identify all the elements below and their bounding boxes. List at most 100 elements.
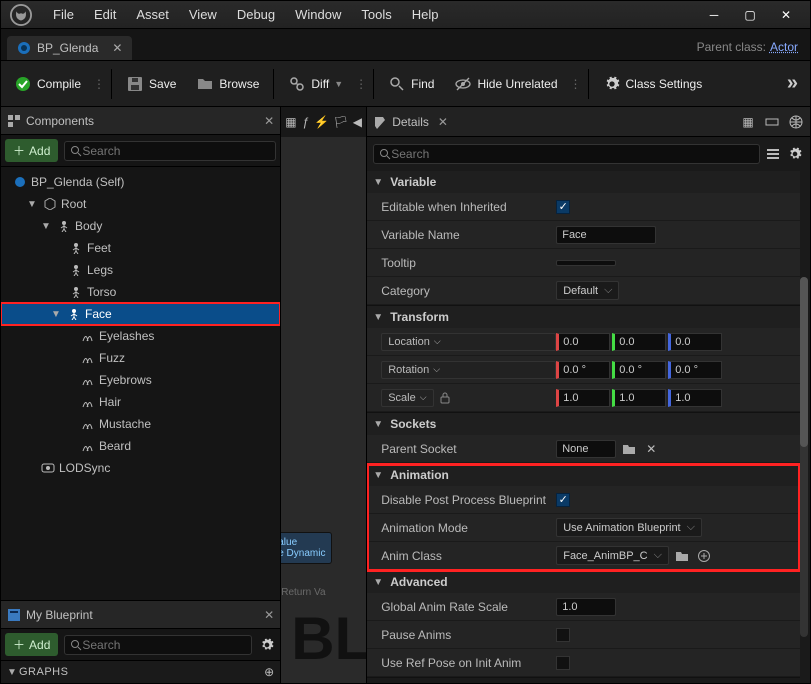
parent-class-link[interactable]: Actor xyxy=(770,40,798,54)
scale-x-field[interactable]: 1.0 xyxy=(556,389,610,407)
tree-item-eyebrows[interactable]: Eyebrows xyxy=(1,369,280,391)
graphs-header[interactable]: ▼ GRAPHS ⊕ xyxy=(1,661,280,683)
components-search-input[interactable] xyxy=(82,144,270,158)
browse-button[interactable]: Browse xyxy=(187,69,268,99)
expander-icon[interactable]: ▼ xyxy=(7,667,19,678)
toolbar-overflow[interactable]: » xyxy=(779,68,806,99)
details-settings-icon[interactable] xyxy=(786,145,804,163)
menu-debug[interactable]: Debug xyxy=(227,7,285,22)
clear-socket-icon[interactable]: ✕ xyxy=(642,440,660,458)
components-search[interactable] xyxy=(64,141,276,161)
tree-item-beard[interactable]: Beard xyxy=(1,435,280,457)
browse-asset-icon[interactable] xyxy=(673,547,691,565)
section-animation[interactable]: ▼Animation xyxy=(367,464,800,486)
graph-node-preview[interactable]: alue e Dynamic xyxy=(281,532,332,564)
tree-item-eyelashes[interactable]: Eyelashes xyxy=(1,325,280,347)
return-value-pin[interactable]: Return Va xyxy=(281,587,325,598)
details-scrollbar[interactable] xyxy=(800,277,808,637)
tree-item-fuzz[interactable]: Fuzz xyxy=(1,347,280,369)
rotation-z-field[interactable]: 0.0 ° xyxy=(668,361,722,379)
components-close-icon[interactable]: ✕ xyxy=(264,114,274,128)
details-list-icon[interactable] xyxy=(764,145,782,163)
lightning-icon[interactable]: ⚡ xyxy=(314,112,329,132)
tree-item-lodsync[interactable]: LODSync xyxy=(1,457,280,479)
menu-help[interactable]: Help xyxy=(402,7,449,22)
expander-icon[interactable]: ▼ xyxy=(41,221,53,232)
scale-y-field[interactable]: 1.0 xyxy=(612,389,666,407)
grid-icon[interactable]: ▦ xyxy=(285,112,296,132)
tree-item-self[interactable]: BP_Glenda (Self) xyxy=(1,171,280,193)
tree-item-face[interactable]: ▼ Face xyxy=(1,303,280,325)
diff-options[interactable]: ⋮ xyxy=(354,77,368,91)
diff-button[interactable]: Diff ▼ xyxy=(279,69,352,99)
minimize-button[interactable]: ─ xyxy=(696,4,732,26)
rotation-y-field[interactable]: 0.0 ° xyxy=(612,361,666,379)
compile-button[interactable]: Compile xyxy=(5,69,90,99)
global-rate-field[interactable]: 1.0 xyxy=(556,598,616,616)
menu-asset[interactable]: Asset xyxy=(126,7,179,22)
add-blueprint-button[interactable]: ＋ Add xyxy=(5,633,58,656)
location-mode-button[interactable]: Location ⌵ xyxy=(381,333,556,351)
myblueprint-search[interactable] xyxy=(64,635,252,655)
function-icon[interactable]: ƒ xyxy=(301,112,311,132)
tree-item-hair[interactable]: Hair xyxy=(1,391,280,413)
find-button[interactable]: Find xyxy=(379,69,443,99)
parent-socket-field[interactable]: None xyxy=(556,440,616,458)
compile-options[interactable]: ⋮ xyxy=(92,77,106,91)
tab-bp-glenda[interactable]: BP_Glenda ✕ xyxy=(7,36,132,60)
use-ref-pose-checkbox[interactable] xyxy=(556,656,570,670)
class-settings-button[interactable]: Class Settings xyxy=(594,69,712,99)
section-variable[interactable]: ▼Variable xyxy=(367,171,800,193)
tree-item-root[interactable]: ▼ Root xyxy=(1,193,280,215)
scale-z-field[interactable]: 1.0 xyxy=(668,389,722,407)
expander-icon[interactable]: ▼ xyxy=(27,199,39,210)
menu-view[interactable]: View xyxy=(179,7,227,22)
tree-item-mustache[interactable]: Mustache xyxy=(1,413,280,435)
tooltip-field[interactable] xyxy=(556,260,616,266)
grid-layout-icon[interactable]: ▦ xyxy=(738,112,758,132)
editable-inherited-checkbox[interactable] xyxy=(556,200,570,214)
pause-anims-checkbox[interactable] xyxy=(556,628,570,642)
scrollbar-thumb[interactable] xyxy=(800,277,808,447)
details-close-icon[interactable]: ✕ xyxy=(438,115,448,129)
location-x-field[interactable]: 0.0 xyxy=(556,333,610,351)
menu-edit[interactable]: Edit xyxy=(84,7,126,22)
details-search-input[interactable] xyxy=(391,147,754,161)
variable-name-field[interactable]: Face xyxy=(556,226,656,244)
toolbar-icon2[interactable] xyxy=(762,112,782,132)
myblueprint-close-icon[interactable]: ✕ xyxy=(264,608,274,622)
back-icon[interactable]: ◀ xyxy=(352,112,362,132)
section-transform[interactable]: ▼Transform xyxy=(367,306,800,328)
hide-unrelated-button[interactable]: Hide Unrelated xyxy=(445,69,566,99)
globe-icon[interactable] xyxy=(786,112,806,132)
tree-item-legs[interactable]: Legs xyxy=(1,259,280,281)
add-component-button[interactable]: ＋ Add xyxy=(5,139,58,162)
save-button[interactable]: Save xyxy=(117,69,185,99)
maximize-button[interactable]: ▢ xyxy=(732,4,768,26)
lock-icon[interactable] xyxy=(438,391,452,405)
new-asset-icon[interactable] xyxy=(695,547,713,565)
menu-file[interactable]: File xyxy=(43,7,84,22)
tree-item-body[interactable]: ▼ Body xyxy=(1,215,280,237)
location-y-field[interactable]: 0.0 xyxy=(612,333,666,351)
expander-icon[interactable]: ▼ xyxy=(51,309,63,320)
myblueprint-settings-icon[interactable] xyxy=(258,636,276,654)
myblueprint-search-input[interactable] xyxy=(82,638,246,652)
hide-unrelated-options[interactable]: ⋮ xyxy=(569,77,583,91)
add-graph-icon[interactable]: ⊕ xyxy=(264,665,274,679)
tree-item-feet[interactable]: Feet xyxy=(1,237,280,259)
anim-mode-dropdown[interactable]: Use Animation Blueprint⌵ xyxy=(556,518,702,537)
section-advanced[interactable]: ▼Advanced xyxy=(367,571,800,593)
section-sockets[interactable]: ▼Sockets xyxy=(367,413,800,435)
browse-socket-icon[interactable] xyxy=(620,440,638,458)
menu-tools[interactable]: Tools xyxy=(351,7,401,22)
anim-class-dropdown[interactable]: Face_AnimBP_C⌵ xyxy=(556,546,669,565)
details-search[interactable] xyxy=(373,144,760,164)
graph-viewport[interactable]: ▦ ƒ ⚡ 🏳 ◀ alue e Dynamic Return Va BL xyxy=(281,107,366,683)
category-dropdown[interactable]: Default⌵ xyxy=(556,281,619,300)
disable-pp-checkbox[interactable] xyxy=(556,493,570,507)
tree-item-torso[interactable]: Torso xyxy=(1,281,280,303)
location-z-field[interactable]: 0.0 xyxy=(668,333,722,351)
scale-mode-button[interactable]: Scale ⌵ xyxy=(381,389,433,407)
rotation-x-field[interactable]: 0.0 ° xyxy=(556,361,610,379)
